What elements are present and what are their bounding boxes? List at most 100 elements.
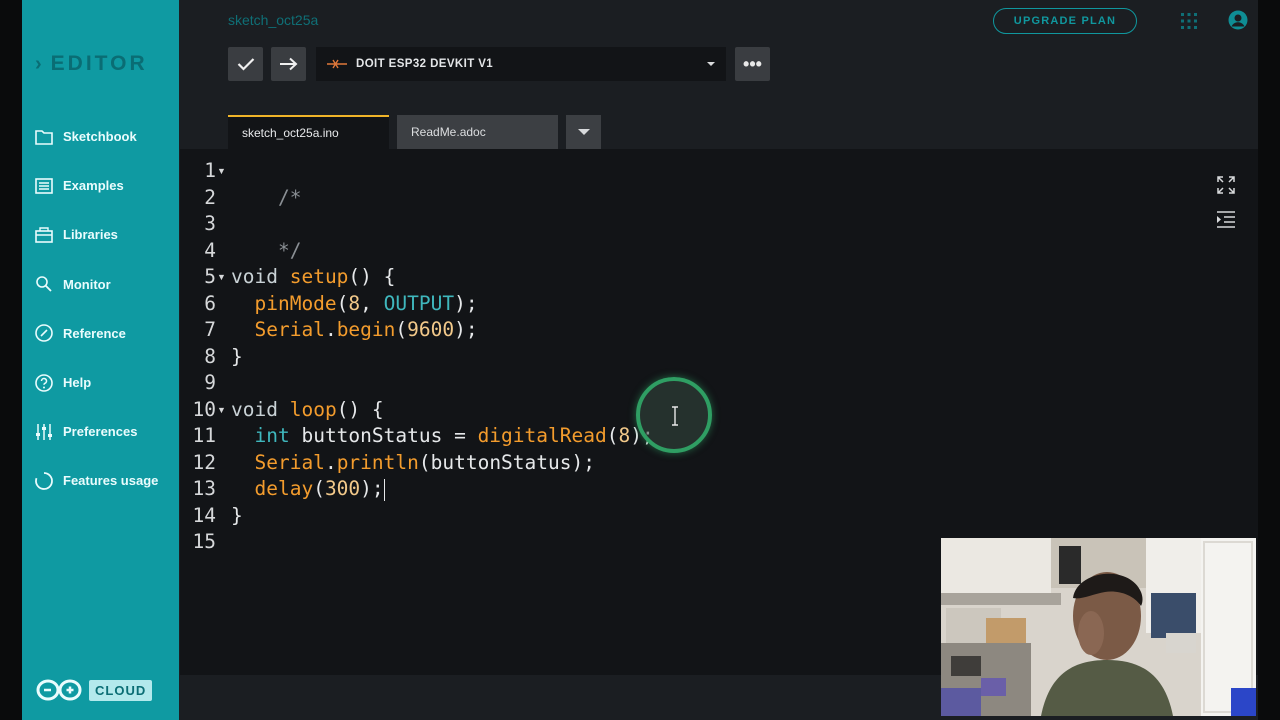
more-options-button[interactable]: •••	[735, 47, 770, 81]
monitor-search-icon	[36, 276, 52, 292]
help-icon	[35, 373, 53, 392]
code-token: OUTPUT	[383, 291, 455, 315]
sidebar-item-label: Help	[63, 375, 92, 391]
code-token: .	[324, 318, 337, 341]
reference-icon	[35, 324, 53, 343]
sidebar-item-label: Reference	[63, 325, 126, 341]
webcam-image	[941, 538, 1256, 716]
line-number: 13	[192, 477, 216, 500]
code-token: (	[395, 318, 408, 341]
indent-icon[interactable]	[1215, 210, 1237, 230]
more-icon: •••	[743, 53, 762, 74]
tab-menu-button[interactable]	[566, 115, 601, 149]
code-line: }	[231, 344, 243, 371]
code-token: () {	[336, 397, 384, 421]
arduino-infinity-icon	[36, 679, 82, 701]
line-number: 8	[204, 344, 216, 368]
code-token: Serial	[254, 318, 325, 341]
code-token: pinMode	[254, 291, 337, 315]
chevron-down-icon	[577, 129, 590, 135]
code-token: setup	[289, 265, 349, 288]
code-token: (	[313, 477, 325, 500]
code-token: void	[231, 265, 278, 288]
code-line: */	[231, 211, 301, 262]
sidebar-item-label: Libraries	[63, 227, 118, 243]
sidebar-item-monitor[interactable]: Monitor	[22, 260, 179, 309]
webcam-overlay	[941, 538, 1256, 716]
code-line: }	[231, 503, 243, 530]
code-token: (	[336, 291, 349, 315]
folder-icon	[35, 129, 53, 145]
fold-icon[interactable]: ▼	[217, 397, 226, 424]
upgrade-plan-button[interactable]: UPGRADE PLAN	[993, 8, 1137, 34]
line-number: 9	[204, 371, 216, 394]
line-number: 2	[204, 185, 216, 209]
sliders-icon	[36, 423, 52, 440]
line-number: 15	[192, 530, 216, 553]
code-token: }	[231, 344, 243, 368]
sketch-title[interactable]: sketch_oct25a	[228, 12, 318, 28]
cloud-badge: CLOUD	[89, 679, 153, 701]
sidebar-item-label: Features usage	[63, 473, 159, 489]
code-line: void setup() {	[231, 264, 395, 291]
arrow-right-icon	[279, 57, 297, 71]
list-icon	[35, 177, 53, 194]
apps-grid-icon[interactable]	[1180, 12, 1198, 30]
frame-right	[1258, 0, 1280, 720]
code-line: void loop() {	[231, 397, 384, 424]
frame-left	[0, 0, 22, 720]
line-number: 4	[204, 238, 216, 262]
fold-icon[interactable]: ▼	[217, 264, 226, 291]
user-avatar-icon[interactable]	[1228, 10, 1248, 30]
tab-readme[interactable]: ReadMe.adoc	[397, 115, 558, 149]
line-number: 3	[204, 212, 216, 235]
sidebar-item-sketchbook[interactable]: Sketchbook	[22, 112, 179, 161]
chevron-down-icon	[707, 62, 715, 66]
sidebar-item-label: Sketchbook	[63, 129, 137, 145]
code-line: int buttonStatus = digitalRead(8);	[231, 423, 653, 450]
sidebar-item-help[interactable]: Help	[22, 358, 179, 407]
code-token: int	[254, 424, 290, 447]
fold-icon[interactable]: ▼	[217, 158, 226, 185]
line-number: 7	[204, 318, 216, 341]
code-token: ,	[360, 291, 384, 315]
verify-button[interactable]	[228, 47, 263, 81]
chevron-right-icon: ›	[35, 52, 45, 75]
code-token: digitalRead	[477, 424, 607, 447]
board-name: DOIT ESP32 DEVKIT V1	[356, 58, 494, 70]
line-number: 6	[204, 291, 216, 315]
sidebar-item-preferences[interactable]: Preferences	[22, 407, 179, 456]
code-token: (	[606, 424, 619, 447]
ibeam-cursor-icon	[672, 406, 678, 426]
check-icon	[237, 58, 254, 71]
sidebar-item-examples[interactable]: Examples	[22, 161, 179, 210]
code-token: 8	[618, 424, 631, 447]
tab-sketch-ino[interactable]: sketch_oct25a.ino	[228, 115, 389, 149]
cloud-branding: CLOUD	[36, 678, 153, 702]
code-token: void	[231, 397, 278, 421]
code-token: delay	[254, 477, 314, 500]
code-token: begin	[336, 318, 396, 341]
library-icon	[35, 227, 53, 243]
sidebar-item-features-usage[interactable]: Features usage	[22, 456, 179, 505]
code-token: buttonStatus =	[289, 424, 478, 447]
expand-icon[interactable]	[1215, 174, 1237, 196]
tab-label: ReadMe.adoc	[411, 125, 486, 139]
board-selector[interactable]: DOIT ESP32 DEVKIT V1	[316, 47, 726, 81]
code-token: loop	[289, 397, 337, 421]
sidebar-item-libraries[interactable]: Libraries	[22, 210, 179, 259]
upload-button[interactable]	[271, 47, 306, 81]
code-line: pinMode(8, OUTPUT);	[231, 291, 477, 318]
text-cursor	[383, 478, 385, 501]
sidebar-nav: Sketchbook Examples Libraries Monitor Re…	[22, 112, 179, 506]
code-line: delay(300);	[231, 476, 385, 503]
code-token: .	[324, 450, 337, 474]
code-token: 300	[324, 477, 361, 500]
sidebar-item-reference[interactable]: Reference	[22, 309, 179, 358]
code-line: /*	[231, 158, 301, 209]
